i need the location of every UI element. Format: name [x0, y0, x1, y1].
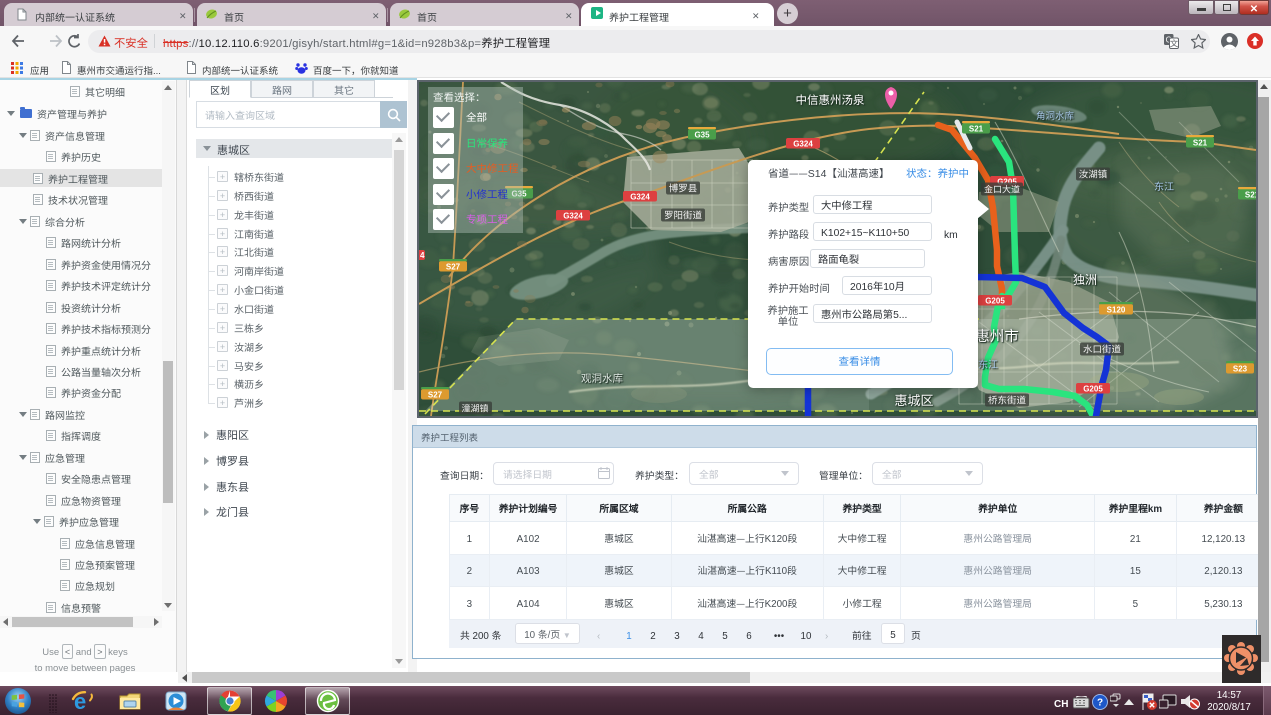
svg-text:G205: G205	[1083, 384, 1103, 395]
svg-text:S27: S27	[428, 390, 443, 401]
svg-text:G324: G324	[563, 211, 583, 222]
svg-text:G35: G35	[694, 130, 710, 141]
svg-text:观洞水库: 观洞水库	[581, 371, 623, 386]
svg-text:中信惠州汤泉: 中信惠州汤泉	[796, 92, 865, 108]
svg-text:惠州市: 惠州市	[975, 325, 1019, 346]
svg-text:S27: S27	[446, 262, 461, 273]
svg-text:4: 4	[420, 250, 425, 261]
svg-text:汝湖镇: 汝湖镇	[1079, 167, 1108, 181]
svg-text:潼湖镇: 潼湖镇	[461, 402, 488, 415]
svg-text:博罗县: 博罗县	[669, 181, 698, 195]
svg-text:金口大道: 金口大道	[984, 183, 1020, 196]
svg-text:文: 文	[1170, 38, 1179, 50]
svg-text:G205: G205	[985, 296, 1005, 307]
svg-text:角洞水库: 角洞水库	[1036, 108, 1075, 122]
svg-text:独洲: 独洲	[1073, 271, 1097, 288]
svg-text:S120: S120	[1107, 305, 1126, 316]
svg-text:S21: S21	[1245, 190, 1256, 201]
svg-text:S21: S21	[969, 124, 984, 135]
svg-text:东江: 东江	[1154, 178, 1174, 193]
svg-text:东江: 东江	[978, 356, 998, 371]
svg-text:罗阳街道: 罗阳街道	[664, 208, 703, 222]
svg-text:S21: S21	[1193, 138, 1208, 149]
svg-text:G324: G324	[793, 139, 813, 150]
svg-text:G324: G324	[630, 192, 650, 203]
svg-text:S23: S23	[1233, 364, 1248, 375]
svg-text:?: ?	[1097, 694, 1103, 709]
svg-text:水口街道: 水口街道	[1083, 342, 1122, 356]
svg-text:桥东街道: 桥东街道	[988, 393, 1027, 407]
svg-text:惠城区: 惠城区	[894, 390, 933, 409]
